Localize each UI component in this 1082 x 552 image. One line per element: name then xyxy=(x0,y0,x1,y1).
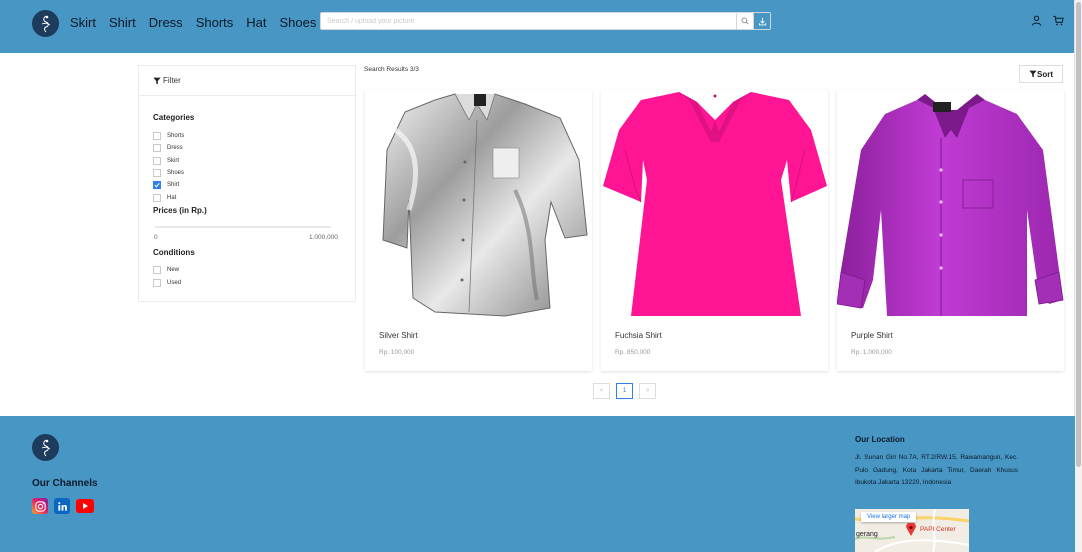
page-1-button[interactable]: 1 xyxy=(616,383,633,399)
scrollbar-thumb[interactable] xyxy=(1076,2,1081,467)
next-page-button[interactable]: > xyxy=(639,383,656,399)
page-scrollbar[interactable] xyxy=(1074,0,1082,552)
pagination: < 1 > xyxy=(593,383,656,399)
category-label: Dress xyxy=(167,145,183,151)
category-label: Shorts xyxy=(167,133,185,139)
product-name[interactable]: Purple Shirt xyxy=(851,331,893,340)
checkbox-checked[interactable] xyxy=(153,181,161,189)
product-price: Rp. 100,000 xyxy=(379,349,415,356)
filter-header: Filter xyxy=(139,66,355,96)
nav-shirt[interactable]: Shirt xyxy=(109,15,136,30)
price-max: 1.000,000 xyxy=(309,234,338,241)
channels-title: Our Channels xyxy=(32,478,98,489)
cart-button[interactable] xyxy=(1052,14,1064,26)
prices-title: Prices (in Rp.) xyxy=(153,206,207,215)
view-larger-map-link[interactable]: View larger map xyxy=(861,512,917,522)
search-results-count: Search Results 3/3 xyxy=(364,66,419,73)
account-button[interactable] xyxy=(1030,14,1042,26)
map-poi-label: PAPI Center xyxy=(920,526,956,533)
checkbox[interactable] xyxy=(153,144,161,152)
location-title: Our Location xyxy=(855,435,905,444)
location-address: Jl. Sunan Giri No.7A, RT.2/RW.15, Rawama… xyxy=(855,454,1018,486)
checkbox[interactable] xyxy=(153,132,161,140)
search-input[interactable] xyxy=(321,13,747,29)
youtube-link[interactable] xyxy=(76,499,94,513)
product-price: Rp. 850,000 xyxy=(615,349,651,356)
filter-panel: Filter Categories Shorts Dress Skirt Sho… xyxy=(138,65,356,302)
condition-new[interactable]: New xyxy=(153,266,179,274)
linkedin-link[interactable] xyxy=(54,498,70,514)
price-min: 0 xyxy=(154,234,158,241)
nav-dress[interactable]: Dress xyxy=(149,15,183,30)
location-map[interactable]: View larger map gerang PAPI Center xyxy=(855,509,969,552)
filter-icon xyxy=(153,77,161,84)
upload-button[interactable] xyxy=(753,13,770,29)
price-range-slider[interactable] xyxy=(155,226,331,228)
fuchsia-shirt-image xyxy=(603,92,827,316)
brand-figure-icon xyxy=(41,15,50,32)
category-label: Shirt xyxy=(167,182,180,188)
product-price: Rp. 1,000,000 xyxy=(851,349,892,356)
search-bar xyxy=(320,12,771,30)
checkbox[interactable] xyxy=(153,279,161,287)
category-label: Shoes xyxy=(167,170,185,176)
nav-shoes[interactable]: Shoes xyxy=(280,15,317,30)
conditions-title: Conditions xyxy=(153,248,195,257)
condition-used[interactable]: Used xyxy=(153,279,181,287)
silver-shirt-image xyxy=(382,93,588,317)
nav-hat[interactable]: Hat xyxy=(246,15,266,30)
brand-figure-icon xyxy=(41,439,50,456)
product-card[interactable]: Purple Shirt Rp. 1,000,000 xyxy=(837,90,1064,371)
category-skirt[interactable]: Skirt xyxy=(153,157,179,165)
product-card[interactable]: Fuchsia Shirt Rp. 850,000 xyxy=(601,90,828,371)
map-city-label: gerang xyxy=(856,531,878,538)
top-header: Skirt Shirt Dress Shorts Hat Shoes xyxy=(0,0,1075,53)
map-pin-icon xyxy=(906,523,916,536)
check-icon xyxy=(154,183,160,188)
product-name[interactable]: Fuchsia Shirt xyxy=(615,331,662,340)
product-image[interactable] xyxy=(837,90,1064,317)
category-shoes[interactable]: Shoes xyxy=(153,169,184,177)
product-card[interactable]: Silver Shirt Rp. 100,000 xyxy=(365,90,592,371)
filter-icon xyxy=(1029,70,1037,78)
footer: Our Channels Our Location Jl. Sunan Giri… xyxy=(0,416,1075,552)
condition-label: Used xyxy=(167,280,182,286)
user-icon xyxy=(1031,15,1041,26)
categories-title: Categories xyxy=(153,113,195,122)
checkbox[interactable] xyxy=(153,194,161,202)
condition-label: New xyxy=(167,267,180,273)
purple-shirt-image xyxy=(837,94,1064,316)
search-button[interactable] xyxy=(736,13,753,29)
linkedin-icon xyxy=(57,501,67,511)
sort-label: Sort xyxy=(1037,69,1053,79)
checkbox[interactable] xyxy=(153,169,161,177)
search-icon xyxy=(741,17,749,25)
filter-title: Filter xyxy=(163,76,181,85)
category-shorts[interactable]: Shorts xyxy=(153,132,184,140)
product-image[interactable] xyxy=(365,90,592,317)
product-image[interactable] xyxy=(601,90,828,317)
upload-icon xyxy=(758,17,766,25)
category-label: Skirt xyxy=(167,158,179,164)
product-name[interactable]: Silver Shirt xyxy=(379,331,418,340)
instagram-icon xyxy=(34,500,46,512)
footer-logo[interactable] xyxy=(32,434,59,461)
category-hat[interactable]: Hat xyxy=(153,194,176,202)
nav-skirt[interactable]: Skirt xyxy=(70,15,96,30)
category-label: Hat xyxy=(167,195,177,201)
category-nav: Skirt Shirt Dress Shorts Hat Shoes xyxy=(70,15,329,30)
checkbox[interactable] xyxy=(153,157,161,165)
cart-icon xyxy=(1052,15,1064,25)
prev-page-button[interactable]: < xyxy=(593,383,610,399)
youtube-icon xyxy=(83,503,88,509)
brand-logo[interactable] xyxy=(32,10,59,37)
checkbox[interactable] xyxy=(153,266,161,274)
instagram-link[interactable] xyxy=(32,498,48,514)
category-shirt[interactable]: Shirt xyxy=(153,181,179,189)
category-dress[interactable]: Dress xyxy=(153,144,183,152)
sort-button[interactable]: Sort xyxy=(1019,65,1063,83)
nav-shorts[interactable]: Shorts xyxy=(196,15,234,30)
